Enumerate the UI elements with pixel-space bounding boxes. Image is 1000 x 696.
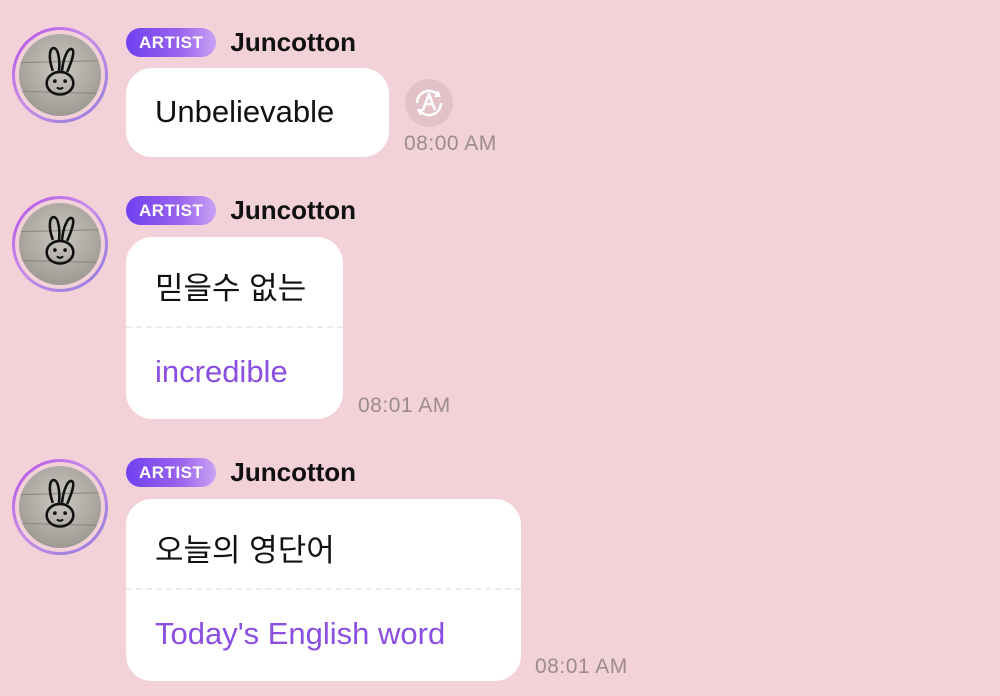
sender-name[interactable]: Juncotton bbox=[230, 457, 356, 488]
message-header: ARTIST Juncotton bbox=[126, 27, 356, 58]
avatar[interactable] bbox=[12, 459, 108, 555]
message-bubble[interactable]: Unbelievable bbox=[126, 68, 389, 157]
bunny-avatar-icon bbox=[19, 478, 101, 528]
translation-text: incredible bbox=[155, 354, 288, 389]
sender-name[interactable]: Juncotton bbox=[230, 27, 356, 58]
translation-divider bbox=[126, 326, 343, 328]
translate-button[interactable] bbox=[404, 78, 454, 128]
artist-badge: ARTIST bbox=[126, 28, 217, 57]
sender-name[interactable]: Juncotton bbox=[230, 195, 356, 226]
bunny-avatar-icon bbox=[19, 46, 101, 96]
message-text: 믿을수 없는 bbox=[155, 271, 307, 306]
avatar[interactable] bbox=[12, 27, 108, 123]
message-bubble[interactable]: 오늘의 영단어 Today's English word bbox=[126, 499, 521, 681]
artist-badge: ARTIST bbox=[126, 196, 217, 225]
translate-icon bbox=[405, 79, 453, 127]
translation-divider bbox=[126, 588, 521, 590]
timestamp: 08:01 AM bbox=[358, 394, 451, 417]
message-text: Unbelievable bbox=[155, 94, 335, 129]
avatar[interactable] bbox=[12, 196, 108, 292]
translation-text: Today's English word bbox=[155, 616, 446, 651]
timestamp: 08:01 AM bbox=[535, 655, 628, 678]
message-header: ARTIST Juncotton bbox=[126, 457, 356, 488]
message-text: 오늘의 영단어 bbox=[155, 533, 335, 568]
message-bubble[interactable]: 믿을수 없는 incredible bbox=[126, 237, 343, 419]
timestamp: 08:00 AM bbox=[404, 132, 497, 155]
message-header: ARTIST Juncotton bbox=[126, 195, 356, 226]
artist-badge: ARTIST bbox=[126, 458, 217, 487]
bunny-avatar-icon bbox=[19, 215, 101, 265]
